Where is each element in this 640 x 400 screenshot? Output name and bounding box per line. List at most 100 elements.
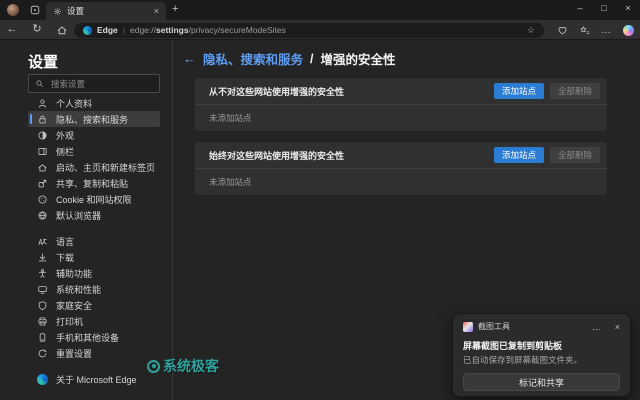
sidebar-item-default-browser[interactable]: 默认浏览器: [28, 207, 160, 223]
sidebar-item-label: 外观: [56, 129, 74, 142]
close-window-button[interactable]: ×: [616, 0, 640, 18]
card-header: 始终对这些网站使用增强的安全性 添加站点 全部删除: [195, 142, 607, 169]
language-icon: [37, 236, 48, 247]
add-site-button[interactable]: 添加站点: [494, 83, 544, 99]
sidebar-item-label: 启动、主页和新建标签页: [56, 161, 155, 174]
favorite-star-icon[interactable]: ☆: [527, 25, 535, 36]
cookie-icon: [37, 194, 48, 205]
navigation-toolbar: ← ↻ Edge | edge://settings/privacy/secur…: [0, 20, 640, 40]
sidebar-item-label: 侧栏: [56, 145, 74, 158]
address-url: edge://settings/privacy/secureModeSites: [130, 25, 286, 35]
search-input[interactable]: [49, 78, 153, 90]
empty-sites-text: 未添加站点: [195, 105, 607, 131]
sidebar-item-about[interactable]: 关于 Microsoft Edge: [28, 371, 160, 387]
add-site-button[interactable]: 添加站点: [494, 147, 544, 163]
performance-icon: [37, 284, 48, 295]
sidebar-item-privacy[interactable]: 隐私、搜索和服务: [28, 111, 160, 127]
browser-menu-icon[interactable]: …: [601, 25, 612, 36]
workspaces-icon[interactable]: [29, 4, 41, 16]
edge-logo-icon: [37, 374, 48, 385]
browser-essentials-icon[interactable]: [557, 25, 568, 36]
tab-bar: 设置 × + – □ ×: [0, 0, 640, 20]
watermark-text: 系统极客: [163, 356, 219, 376]
watermark-logo-icon: [147, 360, 160, 373]
lock-icon: [37, 114, 48, 125]
favorites-icon[interactable]: [579, 25, 590, 36]
url-host: settings: [156, 25, 189, 35]
settings-search[interactable]: [28, 74, 160, 93]
accessibility-icon: [37, 268, 48, 279]
mark-and-share-button[interactable]: 标记和共享: [463, 373, 620, 391]
snipping-tool-toast: 截图工具 … × 屏幕截图已复制到剪贴板 已自动保存到屏幕截图文件夹。 标记和共…: [452, 313, 631, 397]
startup-icon: [37, 162, 48, 173]
sidebar-item-label: 打印机: [56, 315, 83, 328]
minimize-button[interactable]: –: [568, 0, 592, 18]
sidebar-item-sidebar[interactable]: 侧栏: [28, 143, 160, 159]
snipping-tool-icon: [463, 322, 473, 332]
home-icon[interactable]: [56, 24, 68, 36]
window-controls: – □ ×: [568, 0, 640, 18]
refresh-icon[interactable]: ↻: [29, 20, 45, 40]
phone-icon: [37, 332, 48, 343]
address-brand: Edge: [97, 25, 118, 35]
sidebar-item-label: 家庭安全: [56, 299, 92, 312]
toast-header: 截图工具 … ×: [463, 321, 620, 332]
gear-icon: [53, 7, 62, 16]
toast-more-icon[interactable]: …: [592, 322, 601, 332]
sidebar-item-system[interactable]: 系统和性能: [28, 281, 160, 297]
sidebar-item-downloads[interactable]: 下载: [28, 249, 160, 265]
toast-title: 屏幕截图已复制到剪贴板: [463, 339, 620, 352]
tab-close-icon[interactable]: ×: [154, 6, 159, 16]
sidebar-item-label: 默认浏览器: [56, 209, 101, 222]
sidebar-item-cookies[interactable]: Cookie 和网站权限: [28, 191, 160, 207]
reset-icon: [37, 348, 48, 359]
copilot-icon[interactable]: [623, 25, 634, 36]
sidebar-item-reset[interactable]: 重置设置: [28, 345, 160, 361]
url-scheme: edge://: [130, 25, 156, 35]
person-icon: [37, 98, 48, 109]
sidebar-item-devices[interactable]: 手机和其他设备: [28, 329, 160, 345]
sidebar-item-label: 重置设置: [56, 347, 92, 360]
sidebar-item-printers[interactable]: 打印机: [28, 313, 160, 329]
back-icon[interactable]: ←: [4, 20, 20, 40]
address-separator: |: [123, 25, 125, 35]
sidebar-item-startup[interactable]: 启动、主页和新建标签页: [28, 159, 160, 175]
sidebar-item-label: 个人资料: [56, 97, 92, 110]
breadcrumb-back-icon[interactable]: ←: [183, 51, 196, 66]
sidebar-item-share[interactable]: 共享、复制和粘贴: [28, 175, 160, 191]
sidebar-item-languages[interactable]: 语言: [28, 233, 160, 249]
sidebar-item-accessibility[interactable]: 辅助功能: [28, 265, 160, 281]
sidebar-nav: 个人资料 隐私、搜索和服务 外观 侧栏 启动、主页和新建标签页 共享、复制和粘贴…: [28, 95, 160, 387]
always-enhanced-security-card: 始终对这些网站使用增强的安全性 添加站点 全部删除 未添加站点: [195, 142, 607, 195]
sidebar-item-label: 手机和其他设备: [56, 331, 119, 344]
remove-all-button[interactable]: 全部删除: [550, 83, 600, 99]
tab-settings[interactable]: 设置 ×: [46, 2, 166, 20]
toast-close-icon[interactable]: ×: [615, 322, 620, 332]
sidebar-item-family-safety[interactable]: 家庭安全: [28, 297, 160, 313]
remove-all-button[interactable]: 全部删除: [550, 147, 600, 163]
tab-title: 设置: [67, 5, 149, 17]
new-tab-button[interactable]: +: [172, 3, 178, 15]
sidebar-item-label: 系统和性能: [56, 283, 101, 296]
appearance-icon: [37, 130, 48, 141]
profile-avatar[interactable]: [7, 4, 19, 16]
sidebar-item-label: 隐私、搜索和服务: [56, 113, 128, 126]
toast-subtitle: 已自动保存到屏幕截图文件夹。: [463, 354, 620, 366]
toast-app-name: 截图工具: [478, 321, 578, 332]
card-header: 从不对这些网站使用增强的安全性 添加站点 全部删除: [195, 78, 607, 105]
edge-browser-window: 设置 × + – □ × ← ↻ Edge | edge://settings/…: [0, 0, 640, 400]
default-browser-icon: [37, 210, 48, 221]
breadcrumb-current: 增强的安全性: [321, 49, 396, 68]
sidebar-item-profile[interactable]: 个人资料: [28, 95, 160, 111]
sidebar-item-label: Cookie 和网站权限: [56, 193, 132, 206]
breadcrumb: ← 隐私、搜索和服务 / 增强的安全性: [183, 49, 396, 68]
edge-site-logo-icon: [83, 26, 92, 35]
sidebar-item-label: 辅助功能: [56, 267, 92, 280]
settings-sidebar: 设置 个人资料 隐私、搜索和服务 外观 侧栏 启动、主页和新建标签页 共享、复制…: [0, 40, 173, 400]
address-bar[interactable]: Edge | edge://settings/privacy/secureMod…: [74, 23, 544, 38]
maximize-button[interactable]: □: [592, 0, 616, 18]
breadcrumb-link[interactable]: 隐私、搜索和服务: [203, 49, 303, 68]
sidebar-item-label: 下载: [56, 251, 74, 264]
search-icon: [35, 79, 44, 88]
sidebar-item-appearance[interactable]: 外观: [28, 127, 160, 143]
